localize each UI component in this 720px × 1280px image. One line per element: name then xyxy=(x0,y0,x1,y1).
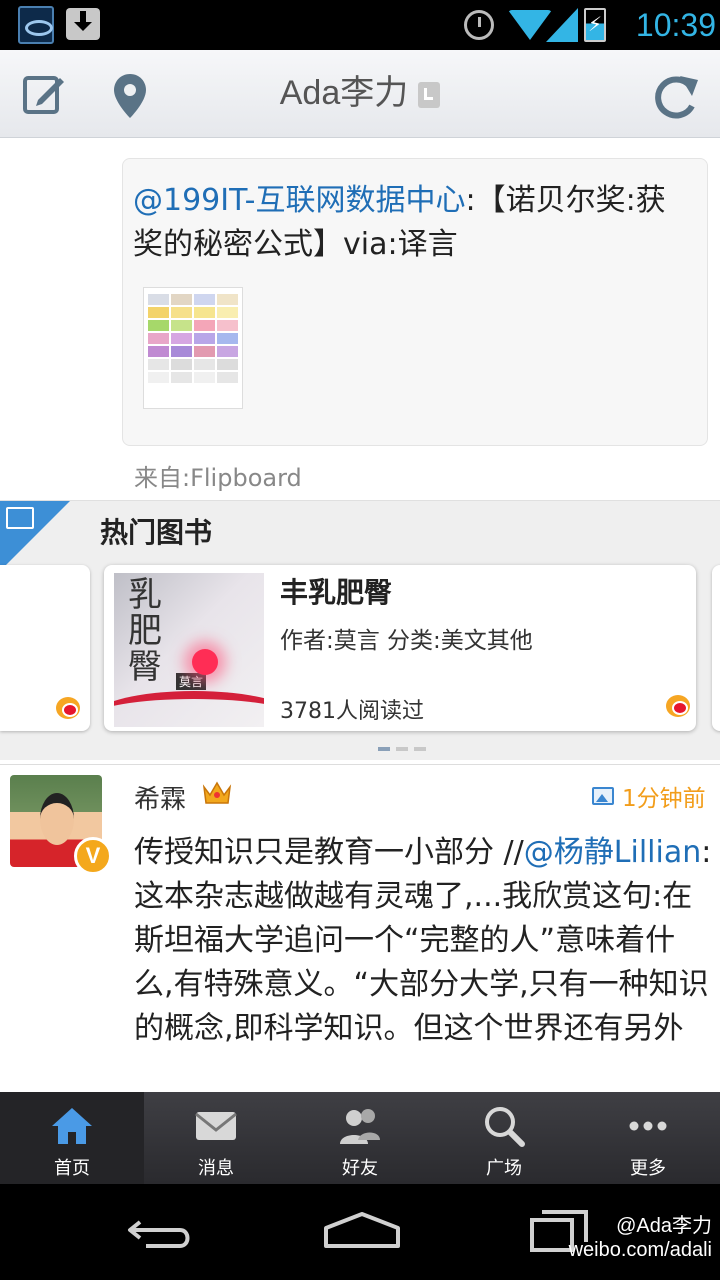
section-title: 热门图书 xyxy=(100,516,213,549)
back-button[interactable] xyxy=(124,1206,196,1254)
book-card[interactable]: 乳肥臀 莫言 丰乳肥臀 作者:莫言 分类:美文其他 3781人阅读过 xyxy=(104,565,696,731)
signal-icon xyxy=(546,8,578,42)
timestamp: 1分钟前 xyxy=(622,786,706,812)
book-meta: 作者:莫言 分类:美文其他 xyxy=(280,628,533,654)
verified-badge-icon: V xyxy=(74,837,112,875)
previous-book-card[interactable] xyxy=(0,565,90,731)
book-cover: 乳肥臀 莫言 xyxy=(114,573,264,727)
download-icon xyxy=(66,8,100,40)
system-nav-bar: @Ada李力 weibo.com/adali xyxy=(0,1184,720,1280)
status-item[interactable]: V 希霖 1分钟前 传授知识只是教育一小部分 //@杨静Lillian:这本杂志… xyxy=(0,764,720,1092)
status-text: 传授知识只是教育一小部分 //@杨静Lillian:这本杂志越做越有灵魂了,..… xyxy=(134,835,712,1046)
location-pin-icon xyxy=(114,74,146,118)
tab-home[interactable]: 首页 xyxy=(0,1092,144,1184)
weibo-logo-icon xyxy=(666,695,690,717)
status-meta: 1分钟前 xyxy=(592,781,706,812)
compose-icon xyxy=(23,76,64,114)
bottom-tab-bar: 首页 消息 好友 广场 更多 xyxy=(0,1092,720,1184)
picture-icon xyxy=(592,787,614,805)
friends-icon xyxy=(340,1109,380,1144)
account-dropdown-icon xyxy=(418,82,441,109)
alarm-icon xyxy=(464,10,494,40)
mail-icon xyxy=(195,1112,237,1140)
next-book-card[interactable] xyxy=(712,565,720,731)
weibo-logo-icon xyxy=(56,697,80,719)
tab-more[interactable]: 更多 xyxy=(576,1092,720,1184)
post-source: 来自:Flipboard xyxy=(134,464,302,492)
app-notification-icon xyxy=(18,6,54,44)
book-title: 丰乳肥臀 xyxy=(280,576,393,609)
location-button[interactable] xyxy=(110,72,150,120)
hot-books-section: 热门图书 乳肥臀 莫言 丰乳肥臀 作者:莫言 分类:美文其他 3781人阅读过 xyxy=(0,500,720,760)
page-title[interactable]: Ada李力 xyxy=(200,70,520,116)
reposted-text: @199IT-互联网数据中心:【诺贝尔奖:获奖的秘密公式】via:译言 xyxy=(133,183,666,262)
compose-button[interactable] xyxy=(22,72,66,116)
search-icon xyxy=(485,1107,525,1147)
carousel-indicator xyxy=(378,747,426,751)
status-bar: ⚡ 10:39 xyxy=(0,0,720,50)
book-read-count: 3781人阅读过 xyxy=(280,699,424,724)
more-icon xyxy=(629,1121,667,1131)
tab-messages[interactable]: 消息 xyxy=(144,1092,288,1184)
clock: 10:39 xyxy=(635,7,716,43)
reposted-status[interactable]: @199IT-互联网数据中心:【诺贝尔奖:获奖的秘密公式】via:译言 xyxy=(122,158,708,446)
home-icon xyxy=(52,1108,92,1144)
tab-friends[interactable]: 好友 xyxy=(288,1092,432,1184)
charging-icon: ⚡ xyxy=(588,12,603,36)
refresh-icon xyxy=(655,76,698,119)
top-nav-bar: Ada李力 xyxy=(0,50,720,138)
refresh-button[interactable] xyxy=(650,72,702,120)
mention-link[interactable]: @199IT-互联网数据中心 xyxy=(133,183,466,218)
tab-square[interactable]: 广场 xyxy=(432,1092,576,1184)
mention-link[interactable]: @杨静Lillian xyxy=(524,835,701,870)
watermark: @Ada李力 weibo.com/adali xyxy=(568,1215,712,1261)
home-button[interactable] xyxy=(322,1210,402,1250)
book-icon xyxy=(6,507,34,529)
post-thumbnail[interactable] xyxy=(143,287,243,409)
username[interactable]: 希霖 xyxy=(134,779,186,816)
timeline[interactable]: @199IT-互联网数据中心:【诺贝尔奖:获奖的秘密公式】via:译言 来自:F… xyxy=(0,138,720,1092)
crown-icon xyxy=(202,781,232,804)
